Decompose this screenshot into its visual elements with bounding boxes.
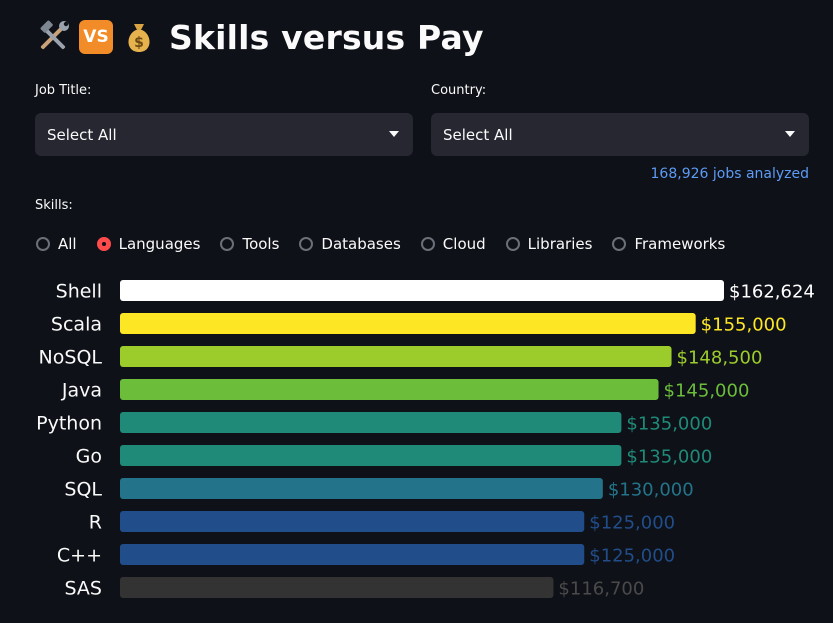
value-label: $148,500 (677, 348, 763, 369)
bar (120, 280, 724, 301)
skill-option-databases[interactable]: Databases (299, 235, 401, 253)
bar (120, 412, 622, 433)
radio-icon (220, 237, 235, 251)
value-label: $162,624 (729, 282, 815, 303)
page-title: Skills versus Pay (169, 17, 484, 57)
bar (120, 379, 659, 400)
country-value: Select All (443, 125, 513, 144)
hammer-and-wrench-icon (40, 20, 69, 50)
radio-icon (612, 237, 627, 251)
category-label: NoSQL (39, 347, 103, 369)
bar (120, 478, 603, 499)
skill-option-tools[interactable]: Tools (220, 235, 279, 253)
skill-option-libraries[interactable]: Libraries (505, 235, 592, 253)
category-label: R (89, 512, 102, 534)
category-label: Go (76, 446, 102, 468)
value-label: $135,000 (626, 447, 712, 468)
category-label: Scala (51, 314, 102, 336)
value-label: $125,000 (589, 513, 675, 534)
money-bag-icon: $ (128, 24, 150, 52)
salary-bar-chart: Shell $162,624 Scala $155,000 NoSQL $148,500 J… (36, 280, 815, 600)
skill-option-all[interactable]: All (36, 235, 77, 253)
value-label: $145,000 (664, 381, 750, 402)
bar (120, 313, 696, 334)
country-label: Country: (431, 83, 487, 98)
category-label: Java (61, 380, 102, 402)
title-row: VS $ Skills versus Pay (35, 14, 484, 60)
value-label: $155,000 (701, 315, 787, 336)
chevron-down-icon (389, 131, 399, 137)
radio-icon (36, 237, 50, 251)
bar (120, 445, 622, 466)
value-label: $116,700 (558, 579, 644, 600)
job-title-value: Select All (47, 125, 117, 144)
country-select[interactable]: Select All (431, 113, 809, 156)
category-label: C++ (57, 545, 102, 567)
radio-icon (505, 237, 520, 251)
value-label: $125,000 (589, 546, 675, 567)
bar (120, 544, 585, 565)
category-label: Shell (56, 281, 102, 303)
jobs-analyzed-count: 168,926 jobs analyzed (650, 166, 809, 182)
skill-option-frameworks[interactable]: Frameworks (612, 235, 725, 253)
radio-icon (420, 237, 435, 251)
job-title-label: Job Title: (35, 83, 92, 98)
bar (120, 577, 554, 598)
page: VS $ Skills versus Pay Job Title: Select… (0, 0, 833, 623)
skill-option-languages[interactable]: Languages (96, 235, 200, 253)
value-label: $135,000 (626, 414, 712, 435)
radio-icon (299, 237, 314, 251)
radio-icon (96, 237, 111, 251)
bar (120, 346, 672, 367)
job-title-select[interactable]: Select All (35, 113, 413, 156)
category-label: SAS (65, 578, 102, 600)
skills-label: Skills: (35, 198, 73, 213)
category-label: SQL (64, 479, 102, 501)
category-label: Python (36, 413, 102, 435)
chevron-down-icon (785, 131, 795, 137)
skill-option-cloud[interactable]: Cloud (420, 235, 486, 253)
value-label: $130,000 (608, 480, 694, 501)
svg-text:$: $ (134, 35, 144, 51)
bar (120, 511, 585, 532)
skills-radio-group: All Languages Tools Databases Cloud Libr… (36, 233, 745, 255)
vs-icon: VS (79, 20, 113, 54)
